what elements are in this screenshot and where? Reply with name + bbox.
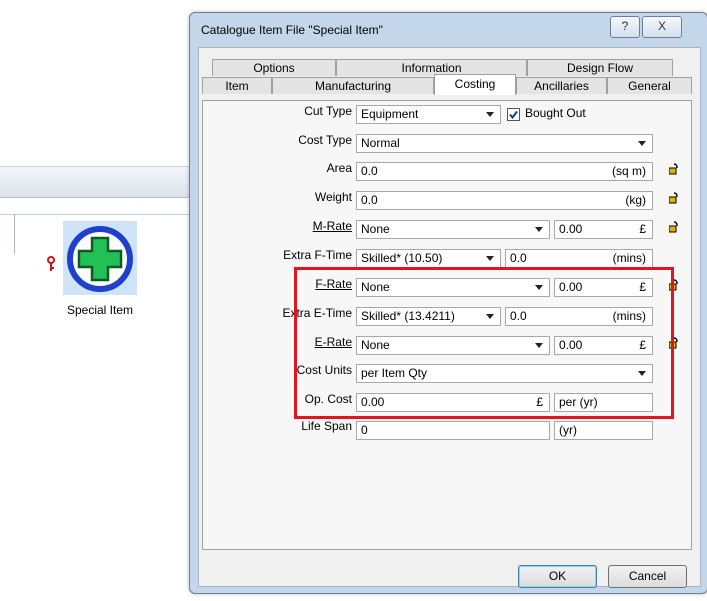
bought-out-label[interactable]: Bought Out: [525, 106, 586, 120]
weight-value: 0.0: [361, 193, 378, 207]
tab-ancillaries[interactable]: Ancillaries: [516, 77, 607, 94]
extra-f-time-label: Extra F-Time: [283, 248, 352, 262]
weight-unit: (kg): [625, 193, 646, 207]
dialog-client: Options Information Design Flow Item Man…: [198, 47, 701, 588]
weight-field[interactable]: 0.0 (kg): [356, 191, 653, 210]
cost-type-value: Normal: [361, 136, 400, 150]
dialog-title: Catalogue Item File "Special Item": [201, 23, 383, 37]
cost-type-select[interactable]: Normal: [356, 134, 653, 153]
add-item-icon[interactable]: [65, 224, 135, 294]
checkmark-icon: [509, 110, 518, 120]
life-span-value: 0: [361, 423, 368, 437]
tab-item[interactable]: Item: [202, 77, 272, 94]
cost-type-label: Cost Type: [298, 133, 352, 147]
weight-label: Weight: [314, 190, 352, 204]
lock-icon[interactable]: [669, 192, 679, 204]
cut-type-label: Cut Type: [304, 104, 352, 118]
m-rate-value: None: [361, 222, 390, 236]
area-field[interactable]: 0.0 (sq m): [356, 162, 653, 181]
background-panel-header: [0, 166, 200, 198]
life-span-unit: (yr): [559, 423, 577, 437]
chevron-down-icon: [486, 112, 494, 117]
extra-f-time-value: Skilled* (10.50): [361, 251, 443, 265]
costing-panel: Cut Type Equipment Bought Out Cost Type …: [202, 100, 692, 550]
tab-costing[interactable]: Costing: [434, 74, 516, 95]
area-unit: (sq m): [612, 164, 646, 178]
cut-type-select[interactable]: Equipment: [356, 105, 501, 124]
chevron-down-icon: [535, 227, 543, 232]
background-top: [0, 0, 707, 8]
tab-options[interactable]: Options: [212, 59, 336, 76]
close-icon: X: [657, 19, 666, 33]
m-rate-amount-value: 0.00: [559, 222, 583, 236]
chevron-down-icon: [638, 141, 646, 146]
m-rate-select[interactable]: None: [356, 220, 550, 239]
catalogue-item-dialog: Catalogue Item File "Special Item" ? X O…: [189, 12, 707, 594]
extra-f-time-unit: (mins): [612, 251, 646, 265]
life-span-label: Life Span: [301, 419, 352, 433]
cut-type-value: Equipment: [361, 107, 419, 121]
extra-f-time-minutes[interactable]: 0.0 (mins): [505, 249, 653, 268]
tab-design-flow[interactable]: Design Flow: [527, 59, 673, 76]
m-rate-label[interactable]: M-Rate: [232, 219, 352, 233]
life-span-field[interactable]: 0: [356, 421, 550, 440]
key-icon: [47, 256, 55, 271]
background-splitter[interactable]: [14, 214, 15, 254]
chevron-down-icon: [486, 256, 494, 261]
dialog-titlebar[interactable]: Catalogue Item File "Special Item" ? X: [190, 13, 707, 47]
help-button[interactable]: ?: [610, 16, 640, 38]
extra-f-time-select[interactable]: Skilled* (10.50): [356, 249, 501, 268]
tab-general[interactable]: General: [607, 77, 692, 94]
life-span-unit-box: (yr): [554, 421, 653, 440]
tab-manufacturing[interactable]: Manufacturing: [272, 77, 434, 94]
ok-button[interactable]: OK: [518, 565, 597, 588]
background-divider: [0, 214, 200, 215]
highlight-box: [294, 267, 674, 419]
extra-f-time-minutes-value: 0.0: [510, 251, 527, 265]
lock-icon[interactable]: [669, 221, 679, 233]
area-value: 0.0: [361, 164, 378, 178]
lock-icon[interactable]: [669, 163, 679, 175]
special-item-label[interactable]: Special Item: [38, 303, 162, 317]
m-rate-currency: £: [639, 222, 646, 236]
cancel-button[interactable]: Cancel: [608, 565, 687, 588]
area-label: Area: [326, 161, 352, 175]
close-button[interactable]: X: [642, 16, 682, 38]
help-icon: ?: [621, 19, 629, 33]
m-rate-amount[interactable]: 0.00 £: [554, 220, 653, 239]
bought-out-checkbox[interactable]: [507, 108, 520, 121]
